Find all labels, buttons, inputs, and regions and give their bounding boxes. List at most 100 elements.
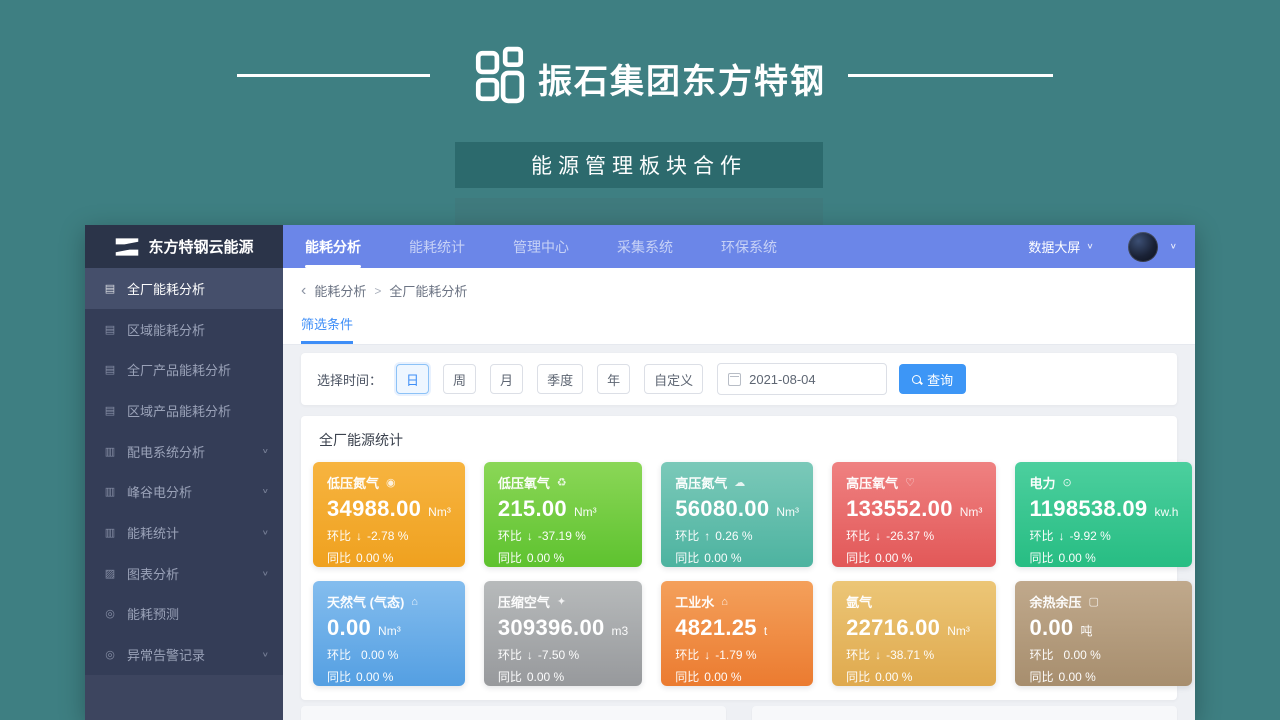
search-icon bbox=[912, 375, 921, 384]
arrow-down-icon: ↓ bbox=[875, 529, 881, 543]
breadcrumb-section[interactable]: 能耗分析 bbox=[314, 281, 366, 300]
chevron-down-icon: ∨ bbox=[262, 569, 269, 577]
query-button[interactable]: 查询 bbox=[899, 364, 966, 394]
sidebar-item-chart-analysis[interactable]: ▨ 图表分析 ∨ bbox=[85, 553, 283, 594]
nav-tab-energy-statistics[interactable]: 能耗统计 bbox=[409, 225, 465, 268]
card-value: 4821.25 bbox=[675, 615, 757, 641]
energy-card-industrial-water: 工业水⌂ 4821.25t 环比↓-1.79 % 同比0.00 % bbox=[661, 581, 813, 686]
energy-type-icon: ♻ bbox=[557, 476, 567, 489]
right-decor-line bbox=[848, 74, 1053, 77]
filter-bar: 选择时间： 日 周 月 季度 年 自定义 查询 bbox=[301, 353, 1177, 405]
energy-type-icon: ✦ bbox=[557, 595, 566, 608]
date-input[interactable] bbox=[749, 372, 876, 387]
time-select-label: 选择时间： bbox=[317, 370, 382, 389]
time-option-week[interactable]: 周 bbox=[443, 364, 476, 394]
card-value: 1198538.09 bbox=[1029, 496, 1147, 522]
card-unit: Nm³ bbox=[574, 505, 597, 519]
energy-card-low-pressure-oxygen: 低压氧气♻ 215.00Nm³ 环比↓-37.19 % 同比0.00 % bbox=[484, 462, 642, 567]
card-unit: Nm³ bbox=[776, 505, 799, 519]
sidebar-item-alarm-records[interactable]: ◎ 异常告警记录 ∨ bbox=[85, 634, 283, 675]
next-section-card bbox=[301, 706, 726, 720]
app-header: 东方特钢云能源 能耗分析 能耗统计 管理中心 采集系统 环保系统 数据大屏 ∨ … bbox=[85, 225, 1195, 268]
breadcrumb-separator: > bbox=[374, 284, 381, 298]
nav-tab-collection-system[interactable]: 采集系统 bbox=[617, 225, 673, 268]
energy-type-icon: ◉ bbox=[386, 476, 396, 489]
sidebar-item-power-distribution[interactable]: ▥ 配电系统分析 ∨ bbox=[85, 431, 283, 472]
search-icon: ◎ bbox=[102, 648, 118, 661]
chart-icon: ▨ bbox=[102, 567, 118, 580]
slide-background: 振石集团东方特钢 能源管理板块合作 东方特钢云能源 能耗分析 能耗统计 管理中心… bbox=[0, 0, 1280, 720]
dashboard-icon: ▤ bbox=[102, 323, 118, 336]
energy-cards-grid: 低压氮气◉ 34988.00Nm³ 环比↓-2.78 % 同比0.00 % 低压… bbox=[313, 462, 1165, 686]
nav-tab-environment-system[interactable]: 环保系统 bbox=[721, 225, 777, 268]
back-arrow-icon[interactable]: ‹ bbox=[301, 283, 306, 299]
card-value: 22716.00 bbox=[846, 615, 940, 641]
card-value: 0.00 bbox=[1029, 615, 1073, 641]
energy-card-natural-gas: 天然气 (气态)⌂ 0.00Nm³ 环比0.00 % 同比0.00 % bbox=[313, 581, 465, 686]
search-icon: ◎ bbox=[102, 607, 118, 620]
next-section-partial bbox=[301, 706, 1177, 720]
energy-card-electricity: 电力⊙ 1198538.09kw.h 环比↓-9.92 % 同比0.00 % bbox=[1015, 462, 1192, 567]
time-option-year[interactable]: 年 bbox=[597, 364, 630, 394]
arrow-down-icon: ↓ bbox=[527, 529, 533, 543]
card-unit: 吨 bbox=[1080, 622, 1092, 639]
sidebar-item-energy-statistics[interactable]: ▥ 能耗统计 ∨ bbox=[85, 512, 283, 553]
data-screen-dropdown[interactable]: 数据大屏 ∨ bbox=[1028, 237, 1093, 256]
sidebar-item-region-product-energy[interactable]: ▤ 区域产品能耗分析 bbox=[85, 390, 283, 431]
z-logo-icon bbox=[114, 237, 140, 257]
chevron-down-icon: ∨ bbox=[262, 447, 269, 455]
sidebar: ▤ 全厂能耗分析 ▤ 区域能耗分析 ▤ 全厂产品能耗分析 bbox=[85, 268, 283, 720]
energy-type-icon: ▢ bbox=[1088, 595, 1098, 608]
dashboard-icon: ▤ bbox=[102, 404, 118, 417]
arrow-down-icon: ↓ bbox=[356, 529, 362, 543]
sidebar-item-region-energy-analysis[interactable]: ▤ 区域能耗分析 bbox=[85, 309, 283, 350]
card-value: 34988.00 bbox=[327, 496, 421, 522]
user-menu-chevron-icon[interactable]: ∨ bbox=[1170, 242, 1177, 251]
card-unit: m3 bbox=[612, 624, 629, 638]
app-brand-label: 东方特钢云能源 bbox=[148, 236, 253, 257]
sidebar-item-peak-valley-power[interactable]: ▥ 峰谷电分析 ∨ bbox=[85, 471, 283, 512]
chevron-down-icon: ∨ bbox=[262, 488, 269, 496]
card-unit: t bbox=[764, 624, 767, 638]
list-icon: ▥ bbox=[102, 485, 118, 498]
arrow-down-icon: ↓ bbox=[1058, 529, 1064, 543]
main-content: ‹ 能耗分析 > 全厂能耗分析 筛选条件 选择时间： 日 周 月 季度 年 自定… bbox=[283, 268, 1195, 720]
user-avatar[interactable] bbox=[1128, 232, 1158, 262]
time-option-quarter[interactable]: 季度 bbox=[537, 364, 583, 394]
card-value: 0.00 bbox=[327, 615, 371, 641]
card-value: 215.00 bbox=[498, 496, 567, 522]
energy-type-icon: ⊙ bbox=[1062, 476, 1071, 489]
group-logo-icon bbox=[474, 46, 526, 109]
list-icon: ▥ bbox=[102, 526, 118, 539]
nav-tab-energy-analysis[interactable]: 能耗分析 bbox=[305, 225, 361, 268]
energy-stats-panel: 全厂能源统计 低压氮气◉ 34988.00Nm³ 环比↓-2.78 % 同比0.… bbox=[301, 416, 1177, 700]
breadcrumb: ‹ 能耗分析 > 全厂能耗分析 bbox=[301, 281, 1177, 300]
energy-card-compressed-air: 压缩空气✦ 309396.00m3 环比↓-7.50 % 同比0.00 % bbox=[484, 581, 642, 686]
chevron-down-icon: ∨ bbox=[262, 529, 269, 537]
sidebar-item-plant-energy-analysis[interactable]: ▤ 全厂能耗分析 bbox=[85, 268, 283, 309]
date-picker[interactable] bbox=[717, 363, 887, 395]
energy-type-icon: ♡ bbox=[905, 476, 915, 489]
energy-type-icon: ⌂ bbox=[411, 596, 418, 608]
card-unit: Nm³ bbox=[960, 505, 983, 519]
card-unit: kw.h bbox=[1154, 505, 1178, 519]
chevron-down-icon: ∨ bbox=[1086, 242, 1093, 251]
card-unit: Nm³ bbox=[378, 624, 401, 638]
tab-filter-conditions[interactable]: 筛选条件 bbox=[301, 314, 353, 344]
time-option-day[interactable]: 日 bbox=[396, 364, 429, 394]
app-brand: 东方特钢云能源 bbox=[85, 225, 283, 268]
arrow-down-icon: ↓ bbox=[875, 648, 881, 662]
card-value: 56080.00 bbox=[675, 496, 769, 522]
energy-type-icon: ⌂ bbox=[721, 596, 728, 608]
time-option-month[interactable]: 月 bbox=[490, 364, 523, 394]
energy-type-icon: ☁ bbox=[734, 476, 745, 489]
sidebar-item-plant-product-energy[interactable]: ▤ 全厂产品能耗分析 bbox=[85, 349, 283, 390]
calendar-icon bbox=[728, 373, 741, 386]
dashboard-window: 东方特钢云能源 能耗分析 能耗统计 管理中心 采集系统 环保系统 数据大屏 ∨ … bbox=[85, 225, 1195, 720]
banner-subtitle: 能源管理板块合作 bbox=[455, 142, 823, 188]
nav-tab-management-center[interactable]: 管理中心 bbox=[513, 225, 569, 268]
card-value: 133552.00 bbox=[846, 496, 953, 522]
card-unit: Nm³ bbox=[947, 624, 970, 638]
sidebar-item-energy-forecast[interactable]: ◎ 能耗预测 bbox=[85, 594, 283, 635]
time-option-custom[interactable]: 自定义 bbox=[644, 364, 703, 394]
